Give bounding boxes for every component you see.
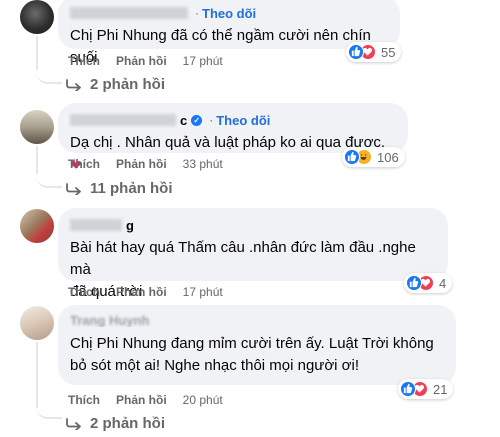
separator-dot: · bbox=[195, 6, 199, 20]
timestamp[interactable]: 17 phút bbox=[183, 54, 223, 68]
reply-arrow-icon bbox=[66, 78, 81, 91]
avatar[interactable] bbox=[20, 209, 54, 243]
blurred-name[interactable] bbox=[70, 219, 122, 231]
like-button[interactable]: Thích bbox=[68, 285, 100, 299]
comment-4: Trang Huynh Chị Phi Nhung đang mỉm cười … bbox=[0, 305, 500, 437]
comment-actions: Thích Phản hồi 20 phút bbox=[68, 393, 223, 407]
like-reaction-icon bbox=[400, 381, 416, 397]
like-reaction-icon bbox=[406, 275, 422, 291]
commenter-name-suffix[interactable]: g bbox=[126, 218, 134, 233]
commenter-name[interactable]: Trang Huynh bbox=[70, 313, 149, 327]
comment-actions: Thích Phản hồi 33 phút bbox=[68, 157, 223, 171]
commenter-name-suffix[interactable]: c bbox=[180, 113, 187, 128]
like-button[interactable]: Thích bbox=[68, 157, 100, 171]
comment-actions: Thích Phản hồi 17 phút bbox=[68, 54, 223, 68]
timestamp[interactable]: 17 phút bbox=[183, 285, 223, 299]
comment-actions: Thích Phản hồi 17 phút bbox=[68, 285, 223, 299]
like-button[interactable]: Thích bbox=[68, 393, 100, 407]
like-reaction-icon bbox=[344, 149, 360, 165]
commenter-name-row: g bbox=[70, 216, 436, 234]
timestamp[interactable]: 33 phút bbox=[183, 157, 223, 171]
comment-2: c ✓ · Theo dõi Dạ chị . Nhân quả và luật… bbox=[0, 100, 500, 200]
reaction-count: 21 bbox=[433, 381, 448, 397]
blurred-name[interactable] bbox=[70, 114, 176, 126]
avatar[interactable] bbox=[20, 306, 54, 340]
comment-bubble: Trang Huynh Chị Phi Nhung đang mỉm cười … bbox=[58, 305, 456, 385]
view-replies-link[interactable]: 11 phản hồi bbox=[66, 180, 173, 197]
reply-button[interactable]: Phản hồi bbox=[116, 54, 167, 68]
reply-button[interactable]: Phản hồi bbox=[116, 285, 167, 299]
comment-bubble: g Bài hát hay quá Thấm câu .nhân đức làm… bbox=[58, 208, 448, 300]
avatar[interactable] bbox=[20, 0, 54, 34]
reply-button[interactable]: Phản hồi bbox=[116, 393, 167, 407]
separator-dot: · bbox=[209, 113, 214, 127]
commenter-name-row: c ✓ · Theo dõi bbox=[70, 111, 396, 129]
commenter-name-row: Trang Huynh bbox=[70, 313, 444, 327]
replies-count-label: 2 phản hồi bbox=[90, 76, 165, 93]
blurred-name[interactable] bbox=[70, 7, 188, 19]
reaction-summary[interactable]: 55 bbox=[346, 42, 402, 62]
reaction-count: 106 bbox=[377, 149, 399, 165]
reply-arrow-icon bbox=[66, 417, 81, 430]
reply-arrow-icon bbox=[66, 182, 81, 195]
comment-text-line: bỏ sót một ai! Nghe nhạc thôi mọi người … bbox=[70, 357, 360, 374]
reaction-summary[interactable]: 106 bbox=[342, 147, 405, 167]
commenter-name-row: · Theo dõi bbox=[70, 4, 388, 22]
reply-button[interactable]: Phản hồi bbox=[116, 157, 167, 171]
comment-1: · Theo dõi Chị Phi Nhung đã có thể ngầm … bbox=[0, 0, 500, 95]
comment-3: g Bài hát hay quá Thấm câu .nhân đức làm… bbox=[0, 205, 500, 300]
reaction-summary[interactable]: 21 bbox=[398, 379, 454, 399]
thread-connector bbox=[36, 60, 62, 84]
follow-button[interactable]: Theo dõi bbox=[216, 113, 270, 128]
reaction-summary[interactable]: 4 bbox=[404, 273, 453, 293]
like-button[interactable]: Thích bbox=[68, 54, 100, 68]
comment-text: Chị Phi Nhung đang mỉm cười trên ấy. Luậ… bbox=[70, 333, 444, 377]
comment-text-body: Dạ chị . Nhân quả và luật pháp ko ai qua… bbox=[70, 134, 386, 151]
comment-text-line: Chị Phi Nhung đang mỉm cười trên ấy. Luậ… bbox=[70, 335, 434, 352]
comment-bubble: · Theo dõi Chị Phi Nhung đã có thể ngầm … bbox=[58, 0, 400, 66]
view-replies-link[interactable]: 2 phản hồi bbox=[66, 76, 165, 93]
thread-connector bbox=[36, 164, 62, 188]
like-reaction-icon bbox=[348, 44, 364, 60]
avatar[interactable] bbox=[20, 110, 54, 144]
replies-count-label: 11 phản hồi bbox=[90, 180, 173, 197]
timestamp[interactable]: 20 phút bbox=[183, 393, 223, 407]
reaction-count: 55 bbox=[381, 44, 396, 60]
replies-count-label: 2 phản hồi bbox=[90, 415, 165, 432]
verified-badge-icon: ✓ bbox=[191, 114, 203, 126]
comment-text-line: Bài hát hay quá Thấm câu .nhân đức làm đ… bbox=[70, 239, 416, 278]
follow-button[interactable]: Theo dõi bbox=[202, 6, 256, 21]
thread-connector bbox=[36, 399, 62, 419]
reaction-count: 4 bbox=[439, 275, 447, 291]
view-replies-link[interactable]: 2 phản hồi bbox=[66, 415, 165, 432]
comment-bubble: c ✓ · Theo dõi Dạ chị . Nhân quả và luật… bbox=[58, 103, 408, 173]
